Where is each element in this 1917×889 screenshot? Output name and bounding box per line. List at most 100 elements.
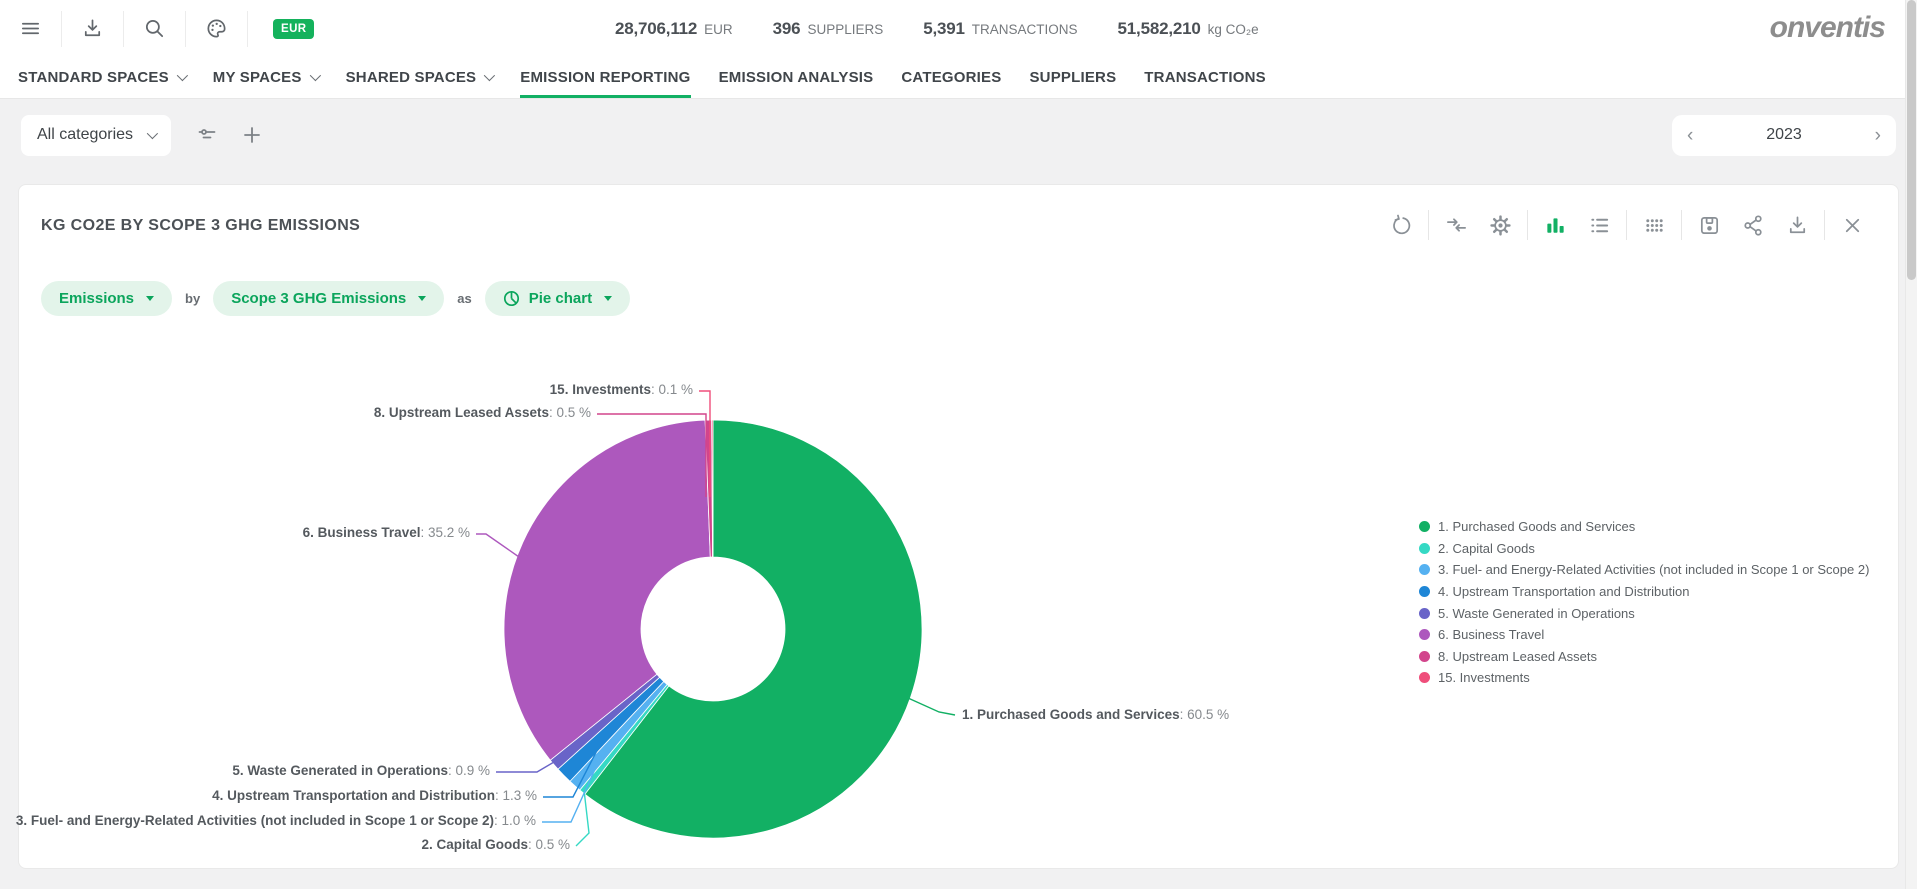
tab-label: MY SPACES [213, 69, 302, 86]
currency-badge[interactable]: EUR [273, 19, 314, 39]
slice-label-value: : 60.5 % [1180, 707, 1230, 722]
legend-label: 2. Capital Goods [1438, 541, 1535, 556]
legend-dot [1419, 672, 1430, 683]
leader-line [908, 698, 955, 715]
legend-item[interactable]: 1. Purchased Goods and Services [1419, 516, 1869, 538]
stat-value: 51,582,210 [1118, 19, 1201, 39]
slice-label: 8. Upstream Leased Assets: 0.5 % [374, 405, 591, 420]
legend-item[interactable]: 3. Fuel- and Energy-Related Activities (… [1419, 559, 1869, 581]
legend-item[interactable]: 5. Waste Generated in Operations [1419, 602, 1869, 624]
chevron-right-icon[interactable]: › [1875, 126, 1881, 145]
legend-item[interactable]: 6. Business Travel [1419, 624, 1869, 646]
report-card: KG CO2E BY SCOPE 3 GHG EMISSIONS Emissio… [18, 184, 1899, 869]
stat: 28,706,112 EUR [615, 19, 733, 39]
chevron-down-icon [309, 70, 320, 81]
legend-item[interactable]: 8. Upstream Leased Assets [1419, 646, 1869, 668]
year-selector: ‹ 2023 › [1672, 115, 1896, 156]
stat-unit: SUPPLIERS [807, 22, 883, 37]
slice-label: 15. Investments: 0.1 % [550, 382, 693, 397]
legend-dot [1419, 608, 1430, 619]
slice-label-value: : 1.3 % [495, 788, 537, 803]
stat: 5,391 TRANSACTIONS [923, 19, 1077, 39]
legend-dot [1419, 629, 1430, 640]
tab-label: CATEGORIES [901, 69, 1001, 86]
add-filter-button[interactable] [243, 126, 261, 144]
legend-label: 3. Fuel- and Energy-Related Activities (… [1438, 562, 1869, 577]
slice-label-name: 8. Upstream Leased Assets [374, 405, 549, 420]
tab-standard-spaces[interactable]: STANDARD SPACES [18, 57, 185, 98]
stat-unit: TRANSACTIONS [972, 22, 1078, 37]
stat-value: 5,391 [923, 19, 965, 39]
legend-item[interactable]: 15. Investments [1419, 667, 1869, 689]
slice-label: 6. Business Travel: 35.2 % [303, 525, 470, 540]
chart-legend: 1. Purchased Goods and Services 2. Capita… [1419, 516, 1869, 689]
slice-label: 2. Capital Goods: 0.5 % [421, 837, 570, 852]
stat-value: 396 [773, 19, 801, 39]
leader-line [496, 762, 554, 772]
legend-label: 4. Upstream Transportation and Distribut… [1438, 584, 1689, 599]
legend-dot [1419, 543, 1430, 554]
tab-label: EMISSION ANALYSIS [719, 69, 874, 86]
legend-dot [1419, 521, 1430, 532]
slice-label-name: 2. Capital Goods [421, 837, 528, 852]
stat: 396 SUPPLIERS [773, 19, 884, 39]
legend-label: 6. Business Travel [1438, 627, 1544, 642]
slice-label: 1. Purchased Goods and Services: 60.5 % [962, 707, 1229, 722]
slice-label-name: 1. Purchased Goods and Services [962, 707, 1180, 722]
chevron-down-icon [147, 128, 158, 139]
scrollbar-thumb[interactable] [1907, 0, 1916, 280]
tab-my-spaces[interactable]: MY SPACES [213, 57, 318, 98]
menu-button[interactable] [0, 11, 62, 47]
stat-unit: EUR [704, 22, 733, 37]
tab-emission-reporting[interactable]: EMISSION REPORTING [520, 57, 690, 98]
category-dropdown[interactable]: All categories [21, 115, 171, 156]
legend-item[interactable]: 4. Upstream Transportation and Distribut… [1419, 581, 1869, 603]
tab-suppliers[interactable]: SUPPLIERS [1029, 57, 1116, 98]
filter-icon [197, 125, 217, 145]
tab-shared-spaces[interactable]: SHARED SPACES [346, 57, 493, 98]
tab-label: STANDARD SPACES [18, 69, 169, 86]
stat: 51,582,210 kg CO₂e [1118, 19, 1259, 39]
slice-label-name: 3. Fuel- and Energy-Related Activities (… [16, 813, 494, 828]
palette-button[interactable] [186, 11, 248, 47]
download-icon [81, 17, 104, 40]
slice-label: 4. Upstream Transportation and Distribut… [212, 788, 537, 803]
tab-label: SUPPLIERS [1029, 69, 1116, 86]
legend-item[interactable]: 2. Capital Goods [1419, 538, 1869, 560]
slice-label-value: : 0.1 % [651, 382, 693, 397]
legend-dot [1419, 651, 1430, 662]
tab-transactions[interactable]: TRANSACTIONS [1144, 57, 1266, 98]
legend-label: 1. Purchased Goods and Services [1438, 519, 1635, 534]
legend-label: 8. Upstream Leased Assets [1438, 649, 1597, 664]
plus-icon [243, 126, 261, 144]
category-dropdown-label: All categories [37, 126, 133, 144]
tab-label: SHARED SPACES [346, 69, 477, 86]
legend-label: 5. Waste Generated in Operations [1438, 606, 1635, 621]
slice-label-value: : 0.5 % [549, 405, 591, 420]
slice-label-value: : 1.0 % [494, 813, 536, 828]
slice-label-name: 5. Waste Generated in Operations [232, 763, 448, 778]
stat-unit: kg CO₂e [1208, 22, 1259, 37]
stat-value: 28,706,112 [615, 19, 697, 39]
download-button[interactable] [62, 11, 124, 47]
page-scrollbar[interactable] [1905, 0, 1917, 889]
tab-categories[interactable]: CATEGORIES [901, 57, 1001, 98]
palette-icon [205, 17, 228, 40]
leader-line [476, 534, 519, 557]
slice-label-value: : 0.5 % [528, 837, 570, 852]
leader-line [576, 790, 589, 846]
slice-label-name: 15. Investments [550, 382, 651, 397]
filter-bar: All categories ‹ 2023 › [0, 100, 1917, 170]
search-button[interactable] [124, 11, 186, 47]
year-value: 2023 [1766, 126, 1802, 144]
slice-label-name: 6. Business Travel [303, 525, 421, 540]
header-icon-group: EUR [0, 0, 314, 57]
chevron-left-icon[interactable]: ‹ [1687, 126, 1693, 145]
slice-label: 3. Fuel- and Energy-Related Activities (… [16, 813, 536, 828]
header-stats: 28,706,112 EUR 396 SUPPLIERS 5,391 TRANSACTIO… [615, 0, 1259, 57]
tab-emission-analysis[interactable]: EMISSION ANALYSIS [719, 57, 874, 98]
slice-label-name: 4. Upstream Transportation and Distribut… [212, 788, 495, 803]
filter-button[interactable] [197, 125, 217, 145]
chevron-down-icon [177, 70, 188, 81]
menu-icon [19, 17, 42, 40]
